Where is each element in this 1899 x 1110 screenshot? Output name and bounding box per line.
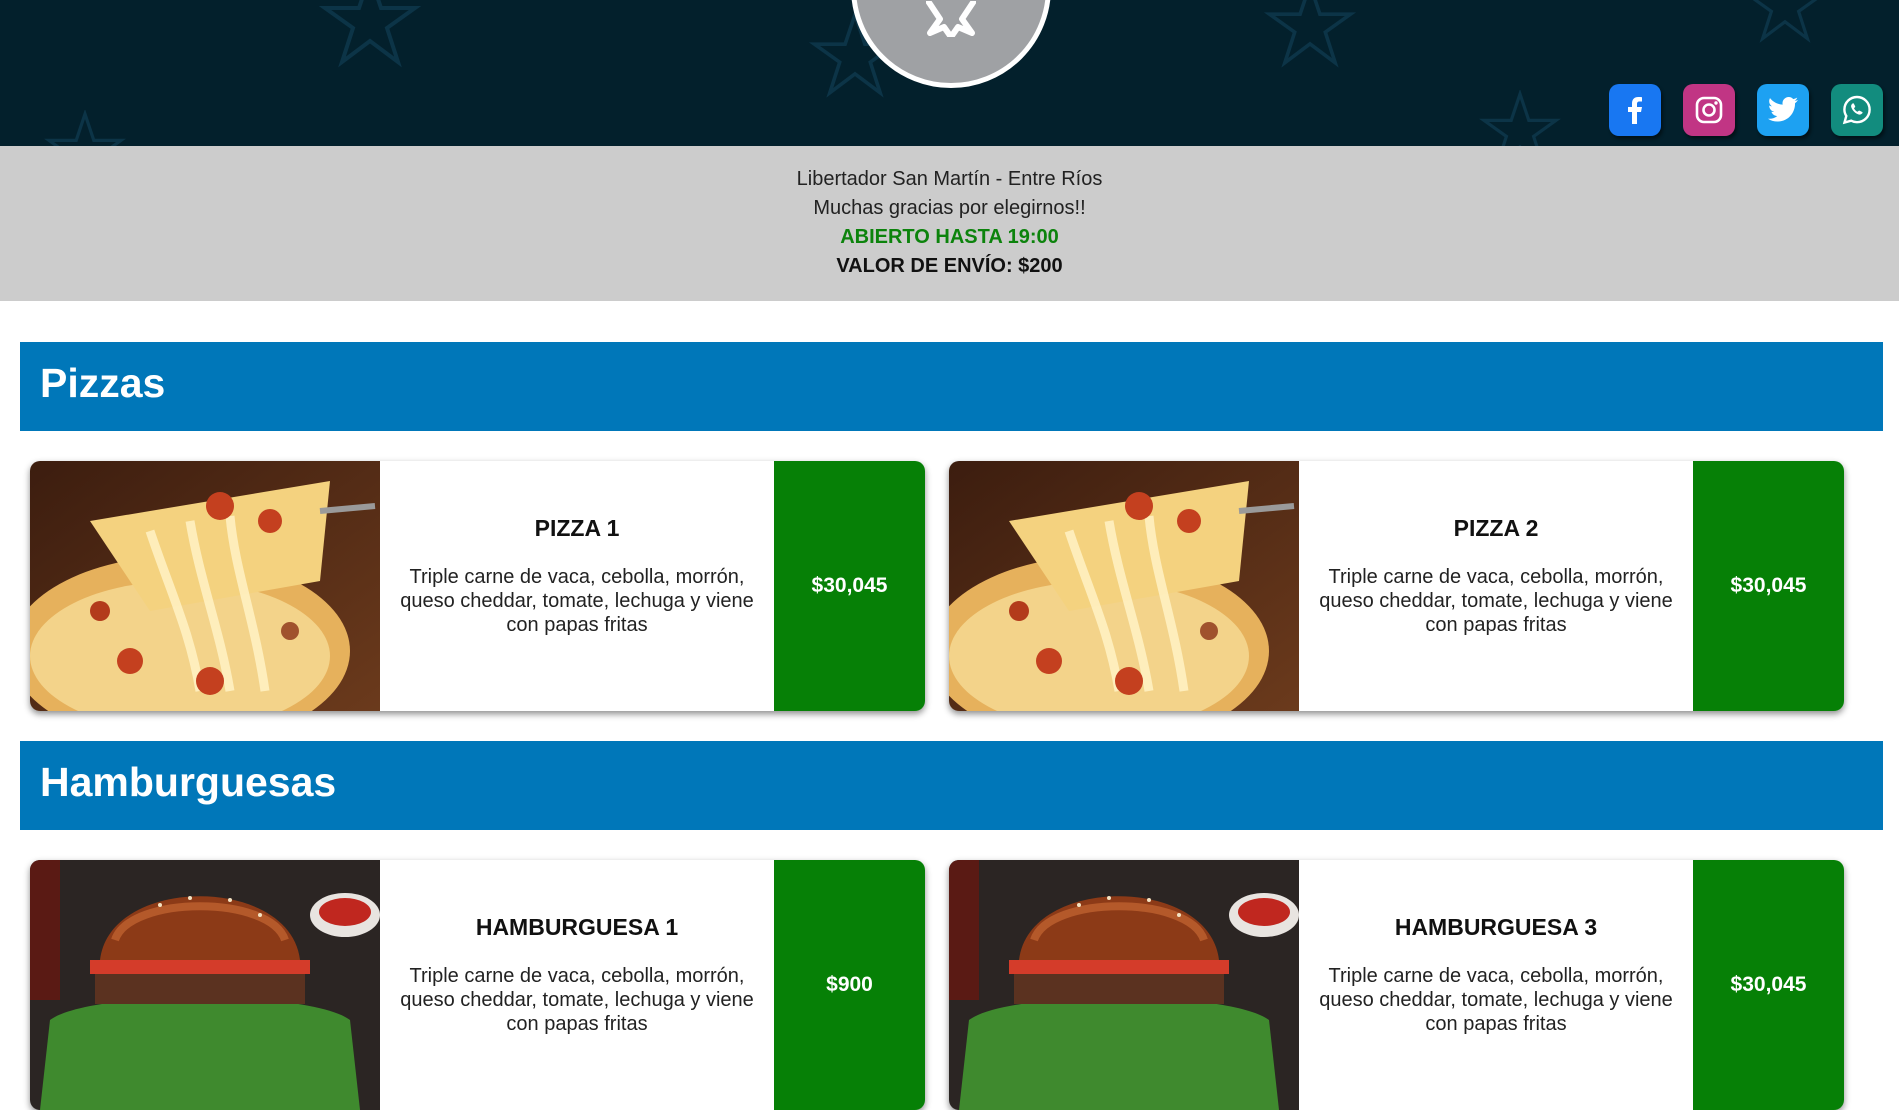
pizza-photo	[949, 461, 1299, 711]
product-name: HAMBURGUESA 1	[475, 914, 679, 940]
instagram-button[interactable]	[1683, 84, 1735, 136]
product-card[interactable]: PIZZA 2 Triple carne de vaca, cebolla, m…	[949, 461, 1844, 711]
background-star-icon	[44, 110, 126, 146]
twitter-icon	[1768, 97, 1798, 122]
product-description: Triple carne de vaca, cebolla, morrón, q…	[1319, 566, 1673, 636]
product-name: PIZZA 2	[1453, 515, 1539, 541]
facebook-icon	[1628, 97, 1642, 124]
shipping-cost: VALOR DE ENVÍO: $200	[836, 255, 1063, 277]
product-price[interactable]: $30,045	[1693, 860, 1844, 1110]
product-details: HAMBURGUESA 3 Triple carne de vaca, cebo…	[1299, 860, 1693, 1110]
store-info-bar: Libertador San Martín - Entre Ríos Mucha…	[0, 146, 1899, 301]
section-header-pizzas: Pizzas	[20, 342, 1883, 431]
background-star-icon	[1263, 0, 1357, 68]
product-price[interactable]: $30,045	[1693, 461, 1844, 711]
opening-hours: ABIERTO HASTA 19:00	[840, 226, 1059, 248]
product-details: PIZZA 1 Triple carne de vaca, cebolla, m…	[380, 461, 774, 711]
product-card[interactable]: HAMBURGUESA 3 Triple carne de vaca, cebo…	[949, 860, 1844, 1110]
twitter-button[interactable]	[1757, 84, 1809, 136]
background-star-icon	[318, 0, 422, 68]
pizza-photo	[30, 461, 380, 711]
section-title: Hamburguesas	[40, 759, 337, 805]
product-name: HAMBURGUESA 3	[1394, 914, 1598, 940]
store-location: Libertador San Martín - Entre Ríos	[796, 168, 1103, 190]
product-price[interactable]: $30,045	[774, 461, 925, 711]
burger-photo	[949, 860, 1299, 1110]
section-header-hamburguesas: Hamburguesas	[20, 741, 1883, 830]
product-price[interactable]: $900	[774, 860, 925, 1110]
product-card[interactable]: HAMBURGUESA 1 Triple carne de vaca, cebo…	[30, 860, 925, 1110]
burger-photo	[30, 860, 380, 1110]
product-description: Triple carne de vaca, cebolla, morrón, q…	[1319, 965, 1673, 1035]
star-icon	[926, 1, 976, 37]
product-details: HAMBURGUESA 1 Triple carne de vaca, cebo…	[380, 860, 774, 1110]
product-name: PIZZA 1	[534, 515, 620, 541]
background-star-icon	[1479, 90, 1561, 146]
background-star-icon	[1752, 0, 1818, 43]
site-header	[0, 0, 1899, 146]
instagram-icon	[1695, 96, 1723, 124]
product-card[interactable]: PIZZA 1 Triple carne de vaca, cebolla, m…	[30, 461, 925, 711]
whatsapp-icon	[1842, 95, 1871, 125]
facebook-button[interactable]	[1609, 84, 1661, 136]
product-description: Triple carne de vaca, cebolla, morrón, q…	[400, 965, 754, 1035]
section-title: Pizzas	[40, 360, 166, 406]
product-description: Triple carne de vaca, cebolla, morrón, q…	[400, 566, 754, 636]
whatsapp-button[interactable]	[1831, 84, 1883, 136]
thanks-message: Muchas gracias por elegirnos!!	[813, 197, 1086, 219]
product-details: PIZZA 2 Triple carne de vaca, cebolla, m…	[1299, 461, 1693, 711]
